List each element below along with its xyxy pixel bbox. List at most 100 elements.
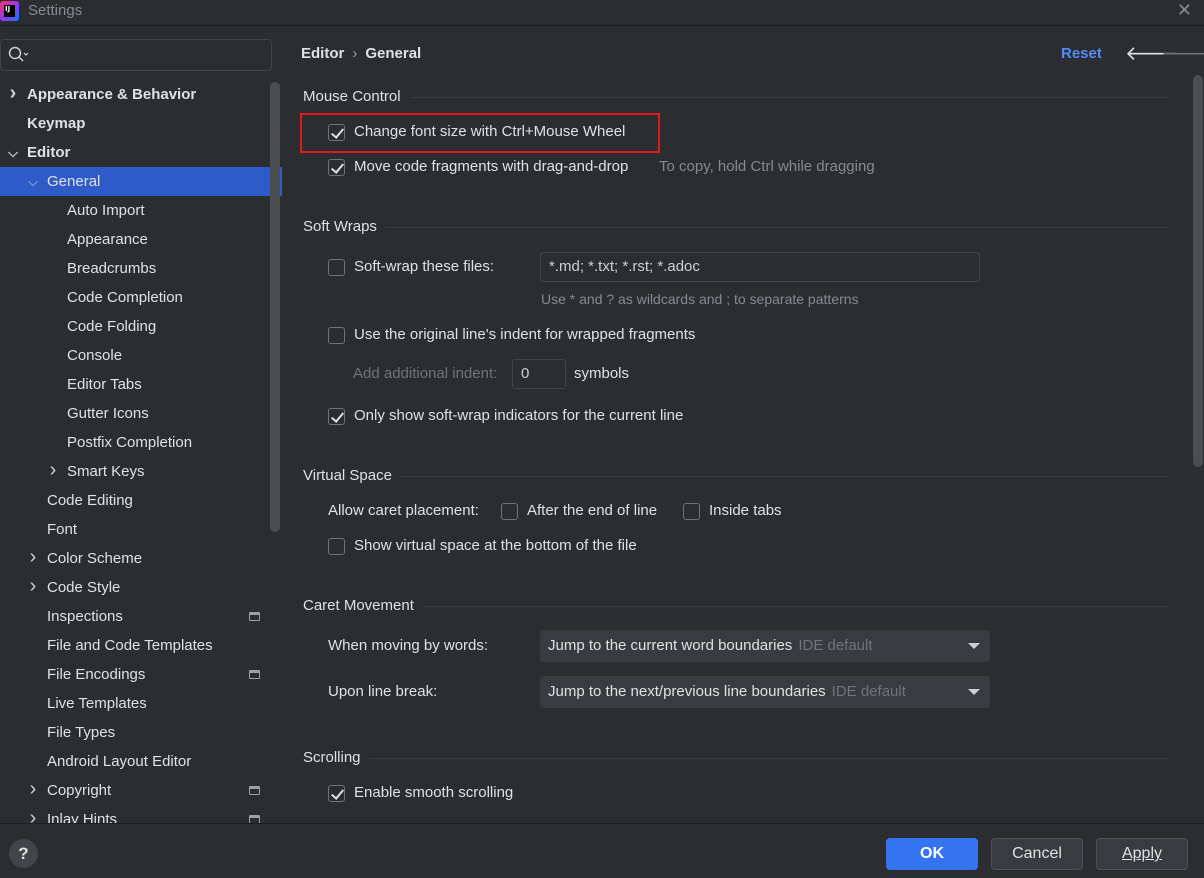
forward-arrow-icon[interactable]: 🡒 [1161,41,1204,66]
line-break-default: IDE default [831,683,906,700]
virtual-space-bottom-checkbox[interactable] [328,538,345,555]
line-break-dropdown[interactable]: Jump to the next/previous line boundarie… [540,676,990,708]
sidebar-item[interactable]: Code Completion [0,283,282,312]
sidebar-item-label: Color Scheme [47,550,143,567]
original-indent-checkbox[interactable] [328,327,345,344]
reset-button[interactable]: Reset [1061,45,1102,62]
sidebar-item[interactable]: › Code Style [0,573,282,602]
window-title: Settings [28,2,83,19]
cancel-button[interactable]: Cancel [991,838,1083,870]
ok-button[interactable]: OK [886,838,978,870]
smooth-scrolling-checkbox[interactable] [328,785,345,802]
sidebar-item-label: Gutter Icons [67,405,149,422]
sidebar-scrollbar[interactable] [270,82,280,532]
caret-placement-label: Allow caret placement: [328,502,479,519]
sidebar-item[interactable]: › Smart Keys [0,457,282,486]
sidebar-item[interactable]: File Types [0,718,282,747]
sidebar-item[interactable]: Gutter Icons [0,399,282,428]
chevron-right-icon[interactable]: › [26,776,40,803]
sidebar-item-label: Appearance & Behavior [27,86,197,103]
search-input[interactable] [0,39,272,71]
drag-drop-option[interactable]: Move code fragments with drag-and-drop T… [328,158,928,178]
additional-indent-unit: symbols [574,365,630,382]
sidebar-item-label: Breadcrumbs [67,260,157,277]
logo-text: IJ [5,5,11,13]
drag-drop-checkbox[interactable] [328,159,345,176]
sidebar-item[interactable]: Postfix Completion [0,428,282,457]
chevron-down-icon[interactable]: ⌵ [6,138,20,167]
sidebar-item[interactable]: Live Templates [0,689,282,718]
project-scope-icon [249,670,260,679]
sidebar-item[interactable]: Code Editing [0,486,282,515]
help-button[interactable]: ? [9,839,38,868]
section-divider [386,227,1168,228]
moving-by-words-default: IDE default [798,637,873,654]
sidebar-item-label: Postfix Completion [67,434,193,451]
apply-button[interactable]: Apply [1096,838,1188,870]
sidebar-item[interactable]: Android Layout Editor [0,747,282,776]
soft-wrap-indicators-checkbox[interactable] [328,408,345,425]
sidebar-item[interactable]: › Copyright [0,776,282,805]
moving-by-words-label: When moving by words: [328,637,489,654]
chevron-down-icon[interactable]: ⌵ [26,167,40,196]
chevron-right-icon[interactable]: › [26,544,40,571]
chevron-right-icon[interactable]: › [6,80,20,107]
sidebar-item[interactable]: Auto Import [0,196,282,225]
settings-sidebar: › Appearance & Behavior Keymap ⌵ Editor ⌵ Gene… [0,27,282,823]
sidebar-item[interactable]: › Appearance & Behavior [0,80,282,109]
sidebar-item[interactable]: ⌵ Editor [0,138,282,167]
section-divider [423,606,1168,607]
line-break-label: Upon line break: [328,683,438,700]
close-icon[interactable]: ✕ [1177,0,1192,21]
project-scope-icon [249,815,260,823]
chevron-right-icon[interactable]: › [26,573,40,600]
smooth-scrolling-label: Enable smooth scrolling [354,784,514,801]
sidebar-item[interactable]: ⌵ General [0,167,282,196]
sidebar-item-label: Code Style [47,579,121,596]
chevron-right-icon[interactable]: › [26,805,40,823]
chevron-right-icon[interactable]: › [46,457,60,484]
sidebar-item[interactable]: › Inlay Hints [0,805,282,823]
original-indent-label: Use the original line's indent for wrapp… [354,326,696,343]
sidebar-item-label: File Types [47,724,116,741]
section-divider [400,476,1168,477]
drag-drop-label: Move code fragments with drag-and-drop [354,158,629,175]
ctrl-wheel-checkbox[interactable] [328,124,345,141]
breadcrumb-current: General [365,45,422,62]
dialog-footer: ? OK Cancel Apply [0,823,1204,878]
sidebar-item-label: Inspections [47,608,123,625]
sidebar-item-label: Auto Import [67,202,145,219]
moving-by-words-value: Jump to the current word boundaries [548,637,793,654]
soft-wrap-indicators-label: Only show soft-wrap indicators for the c… [354,407,684,424]
sidebar-item[interactable]: Console [0,341,282,370]
additional-indent-input[interactable]: 0 [512,359,566,389]
sidebar-item[interactable]: Breadcrumbs [0,254,282,283]
sidebar-item-label: Smart Keys [67,463,145,480]
sidebar-item[interactable]: Keymap [0,109,282,138]
soft-wrap-files-checkbox[interactable] [328,259,345,276]
section-divider [369,758,1168,759]
sidebar-item-label: General [47,173,101,190]
sidebar-item[interactable]: › Color Scheme [0,544,282,573]
soft-wrap-patterns-input[interactable]: *.md; *.txt; *.rst; *.adoc [540,252,980,282]
sidebar-item-label: Inlay Hints [47,811,118,823]
sidebar-item[interactable]: File and Code Templates [0,631,282,660]
sidebar-item-label: Live Templates [47,695,147,712]
sidebar-item[interactable]: File Encodings [0,660,282,689]
section-title-caret-movement: Caret Movement [303,597,414,614]
intellij-logo-icon: IJ [0,1,19,21]
inside-tabs-label: Inside tabs [709,502,782,519]
sidebar-item-label: Font [47,521,78,538]
virtual-space-bottom-label: Show virtual space at the bottom of the … [354,537,637,554]
sidebar-item[interactable]: Font [0,515,282,544]
sidebar-item-label: Editor Tabs [67,376,142,393]
main-scrollbar[interactable] [1193,75,1203,467]
inside-tabs-checkbox[interactable] [683,503,700,520]
breadcrumb-parent[interactable]: Editor [301,45,344,62]
sidebar-item[interactable]: Appearance [0,225,282,254]
sidebar-item[interactable]: Editor Tabs [0,370,282,399]
sidebar-item[interactable]: Code Folding [0,312,282,341]
moving-by-words-dropdown[interactable]: Jump to the current word boundaries IDE d… [540,630,990,662]
after-end-of-line-checkbox[interactable] [501,503,518,520]
sidebar-item[interactable]: Inspections [0,602,282,631]
